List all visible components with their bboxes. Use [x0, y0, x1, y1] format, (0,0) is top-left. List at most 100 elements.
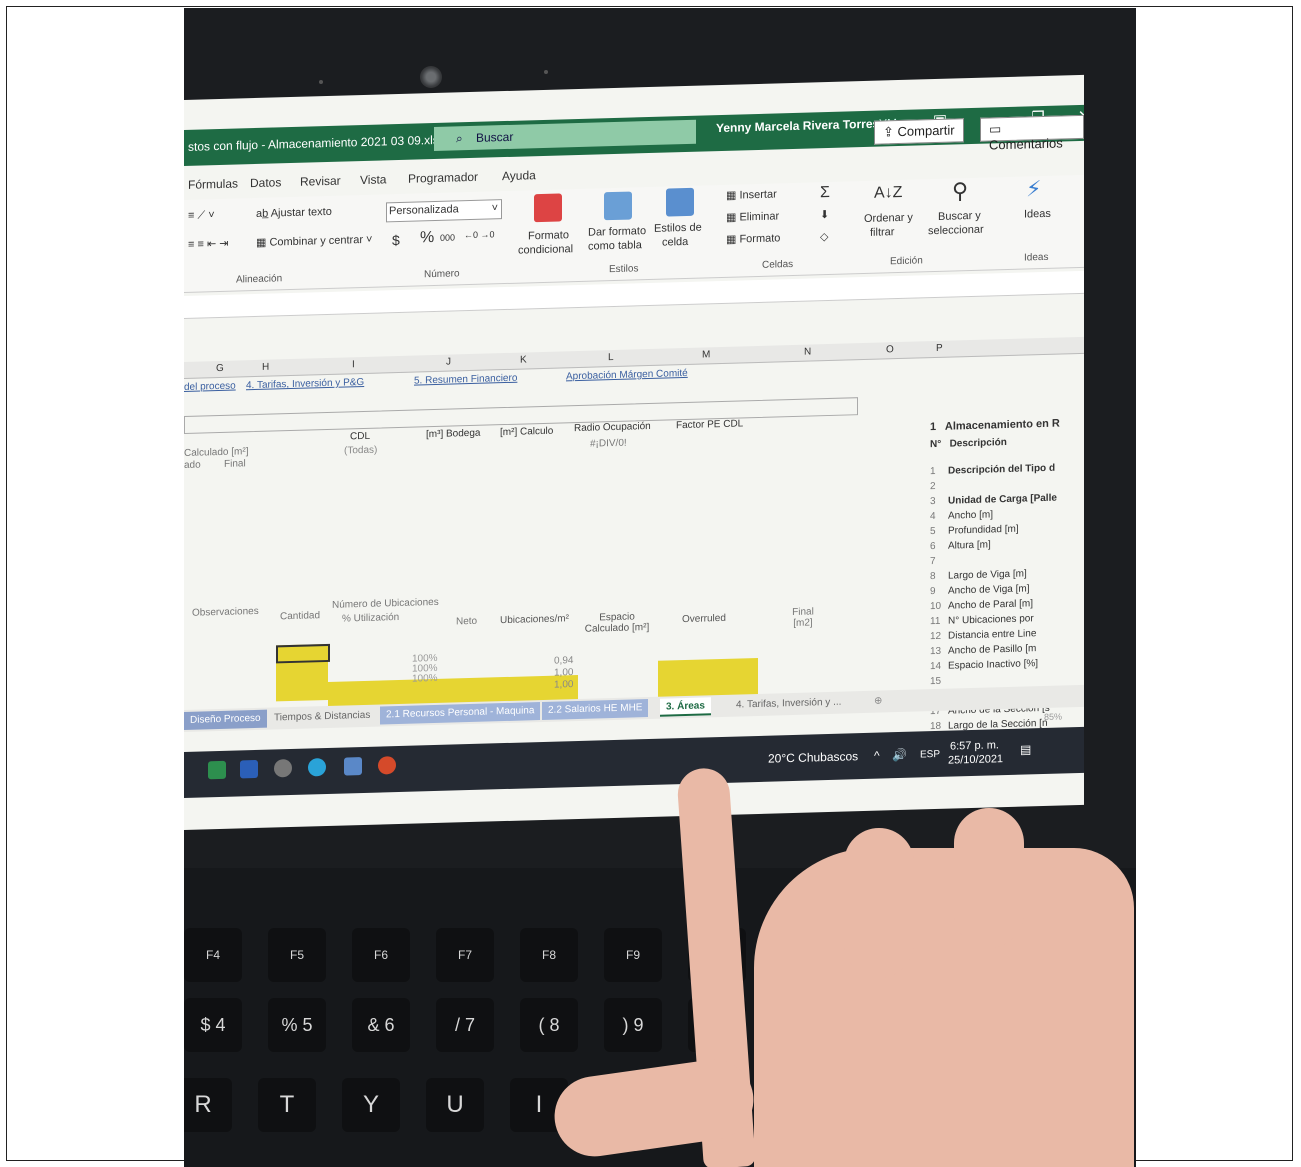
- link-margin-approval[interactable]: Aprobación Márgen Comité: [566, 368, 688, 382]
- powerpoint-icon[interactable]: [378, 756, 396, 775]
- table-format-label-2[interactable]: como tabla: [588, 239, 642, 253]
- col-k[interactable]: K: [520, 354, 527, 365]
- cell-styles-label-2[interactable]: celda: [662, 236, 688, 249]
- edge-icon[interactable]: [308, 758, 326, 777]
- keyboard-key[interactable]: F6: [352, 928, 410, 982]
- link-process[interactable]: del proceso: [184, 381, 236, 393]
- clock-time[interactable]: 6:57 p. m.: [950, 739, 999, 752]
- thousands-button[interactable]: 000: [440, 232, 455, 242]
- weather-text[interactable]: 20°C Chubascos: [768, 749, 858, 766]
- col-g[interactable]: G: [216, 363, 224, 374]
- keyboard-key[interactable]: ( 8: [520, 998, 578, 1052]
- conditional-format-label-1[interactable]: Formato: [528, 229, 569, 242]
- wrap-text-button[interactable]: ab̲ Ajustar texto: [256, 206, 332, 220]
- tab-data[interactable]: Datos: [250, 175, 281, 190]
- ubic-3[interactable]: 1,00: [554, 679, 573, 691]
- fill-icon[interactable]: ⬇: [820, 208, 829, 221]
- col-i[interactable]: I: [352, 359, 355, 370]
- keyboard-key[interactable]: F9: [604, 928, 662, 982]
- keyboard-key[interactable]: F4: [184, 928, 242, 982]
- language[interactable]: ESP: [920, 749, 940, 761]
- teams-icon[interactable]: [344, 757, 362, 776]
- add-sheet-icon[interactable]: ⊕: [868, 692, 888, 711]
- share-button[interactable]: ⇪ Compartir: [874, 118, 964, 145]
- pct-3[interactable]: 100%: [412, 673, 438, 685]
- tab-tariffs[interactable]: 4. Tarifas, Inversión y ...: [730, 693, 847, 714]
- decimal-icon[interactable]: ←0 →0: [464, 229, 495, 240]
- link-financial-summary[interactable]: 5. Resumen Financiero: [414, 373, 517, 387]
- col-n[interactable]: N: [804, 346, 811, 357]
- settings-icon[interactable]: [274, 758, 292, 778]
- keyboard-key[interactable]: / 7: [436, 998, 494, 1052]
- indent-icon[interactable]: ≡ ≡ ⇤ ⇥: [188, 237, 228, 251]
- cdl-value[interactable]: (Todas): [344, 445, 377, 457]
- keyboard-key[interactable]: $ 4: [184, 998, 242, 1052]
- cell-styles-label-1[interactable]: Estilos de: [654, 222, 702, 235]
- conditional-format-icon[interactable]: [534, 193, 562, 223]
- tab-review[interactable]: Revisar: [300, 174, 341, 189]
- sort-filter-icon[interactable]: A↓Z: [874, 184, 902, 203]
- keyboard-key[interactable]: % 5: [268, 998, 326, 1052]
- keyboard-key[interactable]: Y: [342, 1078, 400, 1132]
- zoom-level[interactable]: 85%: [1044, 711, 1062, 722]
- tab-help[interactable]: Ayuda: [502, 168, 536, 183]
- selected-cell[interactable]: [276, 643, 330, 664]
- keyboard-key[interactable]: R: [184, 1078, 232, 1132]
- ubic-1[interactable]: 0,94: [554, 655, 573, 667]
- tab-process-design[interactable]: Diseño Proceso: [184, 709, 267, 730]
- excel-taskbar-icon[interactable]: [208, 760, 226, 780]
- find-label-2[interactable]: seleccionar: [928, 224, 984, 238]
- sum-icon[interactable]: Σ: [820, 184, 830, 202]
- ratio-value[interactable]: #¡DIV/0!: [590, 438, 627, 450]
- merge-center-button[interactable]: ▦ Combinar y centrar ˅: [256, 233, 372, 249]
- clear-icon[interactable]: ◇: [820, 230, 828, 243]
- col-p[interactable]: P: [936, 343, 943, 354]
- col-j[interactable]: J: [446, 357, 451, 368]
- find-icon[interactable]: ⚲: [952, 178, 968, 204]
- tab-view[interactable]: Vista: [360, 172, 386, 187]
- tab-personal-resources[interactable]: 2.1 Recursos Personal - Maquina: [380, 702, 541, 725]
- tab-formulas[interactable]: Fórmulas: [188, 176, 238, 191]
- col-l[interactable]: L: [608, 352, 614, 363]
- tab-areas[interactable]: 3. Áreas: [660, 697, 711, 717]
- conditional-format-label-2[interactable]: condicional: [518, 243, 573, 257]
- keyboard-key[interactable]: F8: [520, 928, 578, 982]
- notification-icon[interactable]: ▤: [1020, 742, 1031, 756]
- user-name[interactable]: Yenny Marcela Rivera Torres: [716, 117, 879, 136]
- keyboard-key[interactable]: T: [258, 1078, 316, 1132]
- volume-icon[interactable]: 🔊: [892, 748, 907, 762]
- table-format-icon[interactable]: [604, 191, 632, 221]
- comments-button[interactable]: ▭ Comentarios: [980, 114, 1084, 153]
- tray-chevron-icon[interactable]: ^: [874, 749, 880, 763]
- ubic-2[interactable]: 1,00: [554, 667, 573, 679]
- keyboard-key[interactable]: U: [426, 1078, 484, 1132]
- col-m[interactable]: M: [702, 349, 710, 360]
- ideas-label[interactable]: Ideas: [1024, 208, 1051, 221]
- percent-button[interactable]: %: [420, 229, 434, 247]
- cell-styles-icon[interactable]: [666, 187, 694, 217]
- tab-developer[interactable]: Programador: [408, 170, 478, 186]
- word-taskbar-icon[interactable]: [240, 759, 258, 779]
- find-label-1[interactable]: Buscar y: [938, 210, 981, 223]
- col-h[interactable]: H: [262, 362, 269, 373]
- keyboard-key[interactable]: F7: [436, 928, 494, 982]
- sort-label-2[interactable]: filtrar: [870, 226, 894, 239]
- insert-button[interactable]: ▦ Insertar: [726, 187, 777, 201]
- sort-label-1[interactable]: Ordenar y: [864, 212, 913, 225]
- delete-button[interactable]: ▦ Eliminar: [726, 209, 779, 223]
- table-format-label-1[interactable]: Dar formato: [588, 225, 646, 239]
- search-box[interactable]: ⌕ Buscar: [434, 119, 696, 152]
- number-format-dropdown[interactable]: Personalizada ˅: [386, 199, 502, 223]
- keyboard-key[interactable]: & 6: [352, 998, 410, 1052]
- keyboard-key[interactable]: F5: [268, 928, 326, 982]
- col-o[interactable]: O: [886, 344, 894, 355]
- tab-salaries[interactable]: 2.2 Salarios HE MHE: [542, 699, 649, 721]
- currency-button[interactable]: $: [392, 232, 400, 248]
- align-icon[interactable]: ≡ ⟋ ˅: [188, 209, 215, 223]
- keyboard-key[interactable]: ) 9: [604, 998, 662, 1052]
- ideas-icon[interactable]: ⚡: [1026, 176, 1041, 202]
- format-button[interactable]: ▦ Formato: [726, 231, 780, 246]
- tab-times-distances[interactable]: Tiempos & Distancias: [268, 707, 376, 728]
- link-tariffs[interactable]: 4. Tarifas, Inversión y P&G: [246, 377, 364, 391]
- clock-date[interactable]: 25/10/2021: [948, 753, 1003, 767]
